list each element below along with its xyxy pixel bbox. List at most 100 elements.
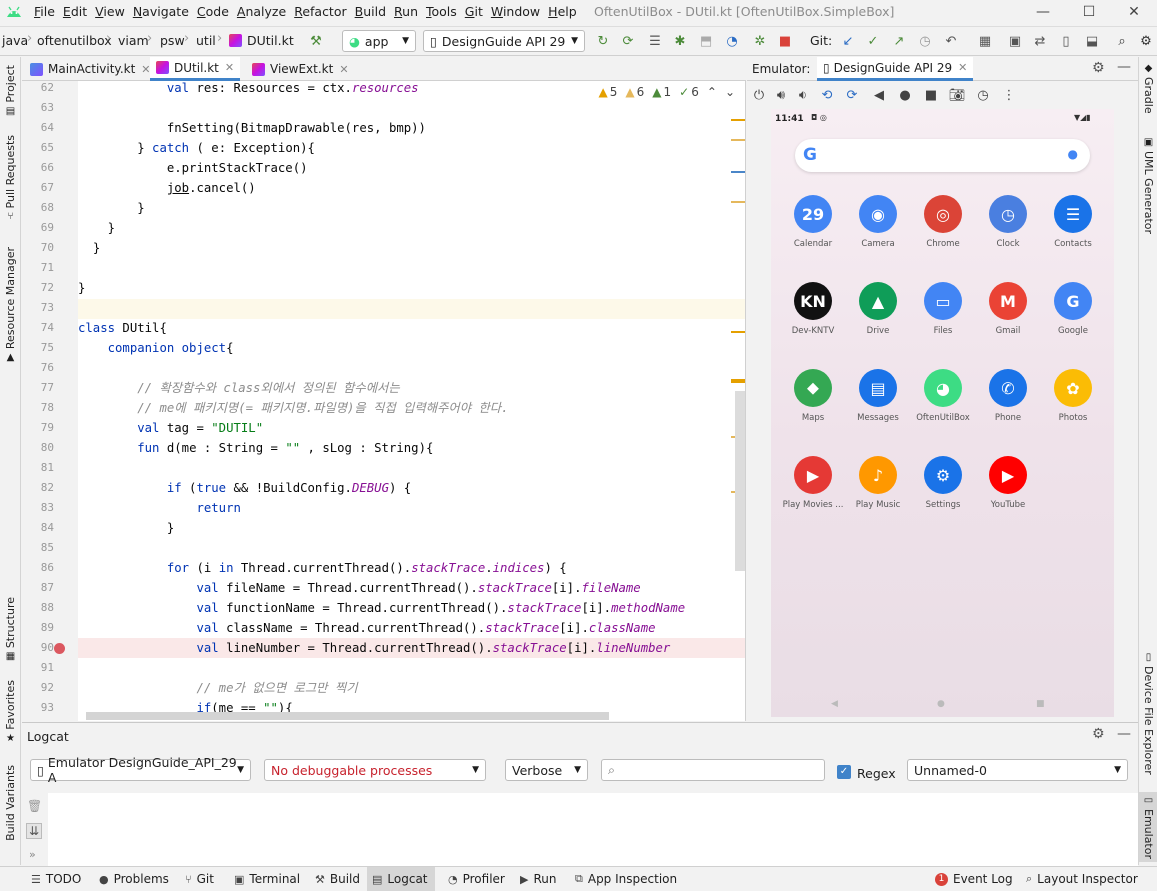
app-icon-contacts[interactable]: ☰ Contacts	[1041, 195, 1105, 249]
breadcrumb-file[interactable]: DUtil.kt	[229, 33, 294, 48]
vertical-scrollbar[interactable]	[735, 391, 745, 571]
code-line[interactable]: val className = Thread.currentThread().s…	[78, 618, 745, 638]
debug-attach-icon[interactable]: ✲	[750, 31, 770, 51]
breadcrumb-viam[interactable]: viam	[118, 33, 149, 48]
snapshot-icon[interactable]: ◷	[973, 85, 993, 105]
code-line[interactable]	[78, 298, 745, 318]
back-icon[interactable]: ◀	[869, 85, 889, 105]
code-line[interactable]: return	[78, 498, 745, 518]
inspection-widget[interactable]: ▲ 5 ▲ 6 ▲ 1 ✓ 6 ⌃ ⌄	[599, 85, 735, 99]
hammer-build-icon[interactable]: ⚒	[306, 31, 326, 51]
close-tab-icon[interactable]: ✕	[339, 63, 348, 76]
app-icon-oftenutilbox[interactable]: ◕ OftenUtilBox	[911, 369, 975, 423]
assistant-icon[interactable]: ●	[1068, 147, 1078, 161]
build-tab[interactable]: ⚒ Build	[310, 867, 365, 891]
minimize-button[interactable]: —	[1020, 0, 1066, 24]
app-icon-google[interactable]: G Google	[1041, 282, 1105, 336]
warning-marker[interactable]	[731, 201, 745, 203]
code-line[interactable]: } catch ( e: Exception){	[78, 138, 745, 158]
apply-changes-icon[interactable]: ⟳	[618, 31, 638, 51]
profile-icon[interactable]: ◔	[722, 31, 742, 51]
log-level-select[interactable]: Verbose ▼	[505, 759, 588, 781]
app-icon-clock[interactable]: ◷ Clock	[976, 195, 1040, 249]
app-icon-phone[interactable]: ✆ Phone	[976, 369, 1040, 423]
nav-recents-icon[interactable]: ■	[1036, 699, 1045, 709]
code-line[interactable]: // me가 없으면 로그만 찍기	[78, 678, 745, 698]
menu-build[interactable]: Build	[351, 0, 390, 24]
tool-tab-resource-manager[interactable]: Resource Manager ▲	[0, 247, 21, 363]
settings-gear-icon[interactable]: ⚙	[1092, 60, 1105, 76]
nav-home-icon[interactable]: ●	[937, 699, 945, 709]
phone-screen[interactable]: 11:41 ◘ ◎ ▼◢▮ G ● 29 Calendar ◉ Camera ◎ Chro…	[771, 109, 1114, 717]
breadcrumb-java[interactable]: java	[2, 33, 28, 48]
coverage-icon[interactable]: ☰	[645, 31, 665, 51]
device-select[interactable]: ▯ DesignGuide API 29 ▼	[423, 30, 585, 52]
rollback-icon[interactable]: ↶	[941, 31, 961, 51]
breadcrumb-psw[interactable]: psw	[160, 33, 185, 48]
tab-viewext[interactable]: ViewExt.kt ✕	[246, 57, 355, 81]
camera-screenshot-icon[interactable]: 📷︎	[947, 85, 967, 105]
menu-analyze[interactable]: Analyze	[233, 0, 290, 24]
chevron-down-icon[interactable]: ⌄	[725, 85, 735, 99]
close-tab-icon[interactable]: ✕	[958, 61, 967, 74]
app-inspection-tab[interactable]: ⧉ App Inspection	[570, 867, 682, 891]
trash-icon[interactable]: 🗑︎	[27, 799, 42, 813]
menu-file[interactable]: File	[30, 0, 59, 24]
volume-up-icon[interactable]: 🔊︎	[771, 85, 791, 105]
code-line[interactable]: for (i in Thread.currentThread().stackTr…	[78, 558, 745, 578]
logcat-device-select[interactable]: ▯ Emulator DesignGuide_API_29 A ▼	[30, 755, 251, 785]
tab-mainactivity[interactable]: MainActivity.kt ✕	[24, 57, 157, 81]
google-search-bar[interactable]: G ●	[795, 139, 1090, 172]
warning-marker[interactable]	[731, 379, 745, 383]
tool-tab-gradle[interactable]: ◆ Gradle	[1139, 63, 1157, 114]
app-icon-gmail[interactable]: M Gmail	[976, 282, 1040, 336]
change-marker[interactable]	[731, 171, 745, 173]
run-config-select[interactable]: ◕ app ▼	[342, 30, 416, 52]
logcat-output[interactable]	[48, 793, 1138, 866]
code-line[interactable]: }	[78, 238, 745, 258]
code-line[interactable]: e.printStackTrace()	[78, 158, 745, 178]
app-icon-files[interactable]: ▭ Files	[911, 282, 975, 336]
problems-tab[interactable]: ● Problems	[94, 867, 174, 891]
tool-tab-structure[interactable]: Structure ▦	[0, 597, 21, 662]
history-icon[interactable]: ◷	[915, 31, 935, 51]
app-icon-camera[interactable]: ◉ Camera	[846, 195, 910, 249]
tool-tab-uml-generator[interactable]: ▣ UML Generator	[1139, 137, 1157, 234]
scroll-to-end-icon[interactable]: ⇊	[26, 823, 43, 839]
app-icon-play-movies[interactable]: ▶ Play Movies ...	[781, 456, 845, 510]
app-icon-calendar[interactable]: 29 Calendar	[781, 195, 845, 249]
home-icon[interactable]: ●	[895, 85, 915, 105]
profiler-tab[interactable]: ◔ Profiler	[443, 867, 510, 891]
rotate-left-icon[interactable]: ⟲	[817, 85, 837, 105]
code-line[interactable]: }	[78, 218, 745, 238]
layout-inspector-tab[interactable]: ⌕ Layout Inspector	[1021, 867, 1143, 891]
app-icon-youtube[interactable]: ▶ YouTube	[976, 456, 1040, 510]
logcat-filter-select[interactable]: Unnamed-0 ▼	[907, 759, 1128, 781]
code-line[interactable]: }	[78, 278, 745, 298]
code-line[interactable]: val lineNumber = Thread.currentThread().…	[78, 638, 745, 658]
nav-back-icon[interactable]: ◀	[831, 699, 838, 709]
rotate-right-icon[interactable]: ⟳	[842, 85, 862, 105]
more-actions-icon[interactable]: »	[29, 848, 36, 861]
tool-tab-emulator[interactable]: ▭ Emulator	[1139, 792, 1157, 862]
rerun-icon[interactable]: ↻	[593, 31, 613, 51]
menu-tools[interactable]: Tools	[422, 0, 461, 24]
tool-tab-device-file-explorer[interactable]: ▯ Device File Explorer	[1139, 652, 1157, 775]
terminal-tab[interactable]: ▣ Terminal	[229, 867, 305, 891]
run-tab[interactable]: ▶ Run	[515, 867, 561, 891]
settings-gear-icon[interactable]: ⚙	[1136, 31, 1156, 51]
tool-tab-pull-requests[interactable]: Pull Requests ⑂	[0, 135, 21, 222]
volume-down-icon[interactable]: 🔉︎	[793, 85, 813, 105]
app-icon-settings[interactable]: ⚙ Settings	[911, 456, 975, 510]
app-icon-dev-kntv[interactable]: KN Dev-KNTV	[781, 282, 845, 336]
emulator-device-tab[interactable]: ▯ DesignGuide API 29 ✕	[817, 57, 974, 81]
power-icon[interactable]: ⏻	[749, 85, 769, 105]
tab-dutil[interactable]: DUtil.kt ✕	[150, 57, 241, 81]
overview-icon[interactable]: ■	[921, 85, 941, 105]
code-line[interactable]	[78, 358, 745, 378]
avd-manager-icon[interactable]: ▯	[1056, 31, 1076, 51]
code-line[interactable]	[78, 458, 745, 478]
tool-tab-build-variants[interactable]: Build Variants	[0, 765, 21, 841]
logcat-search-field[interactable]: ⌕	[601, 759, 825, 781]
menu-navigate[interactable]: Navigate	[129, 0, 193, 24]
